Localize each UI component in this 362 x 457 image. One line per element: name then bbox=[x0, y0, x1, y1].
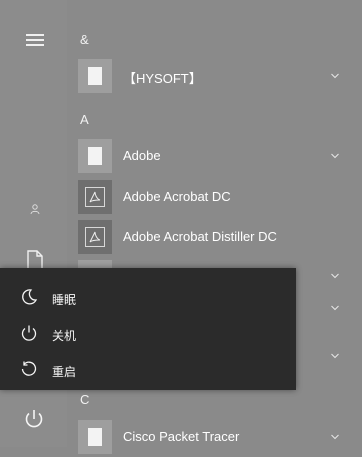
power-menu-label: 睡眠 bbox=[52, 293, 77, 307]
power-menu: 睡眠 关机 重启 bbox=[0, 268, 296, 390]
app-item-acrobat-distiller-dc[interactable]: Adobe Acrobat Distiller DC bbox=[67, 217, 362, 257]
power-menu-shutdown[interactable]: 关机 bbox=[0, 316, 296, 352]
power-menu-label: 重启 bbox=[52, 365, 77, 379]
group-header-ampersand[interactable]: & bbox=[80, 32, 89, 47]
group-header-c[interactable]: C bbox=[80, 392, 89, 407]
folder-icon bbox=[78, 59, 112, 93]
chevron-down-icon[interactable] bbox=[331, 72, 339, 80]
folder-icon bbox=[78, 139, 112, 173]
app-item-adobe[interactable]: Adobe bbox=[67, 136, 362, 176]
restart-icon bbox=[21, 361, 37, 376]
chevron-down-icon[interactable] bbox=[331, 272, 339, 280]
acrobat-icon bbox=[78, 180, 112, 214]
acrobat-icon bbox=[78, 220, 112, 254]
power-menu-restart[interactable]: 重启 bbox=[0, 352, 296, 388]
chevron-down-icon[interactable] bbox=[331, 304, 339, 312]
app-label: Cisco Packet Tracer bbox=[123, 429, 240, 444]
app-item-acrobat-dc[interactable]: Adobe Acrobat DC bbox=[67, 177, 362, 217]
app-label: 【HYSOFT】 bbox=[123, 71, 202, 86]
power-menu-sleep[interactable]: 睡眠 bbox=[0, 280, 296, 316]
app-label: Adobe Acrobat Distiller DC bbox=[123, 229, 277, 244]
group-header-a[interactable]: A bbox=[80, 112, 89, 127]
hamburger-icon[interactable] bbox=[26, 34, 44, 46]
chevron-down-icon[interactable] bbox=[331, 433, 339, 441]
user-icon[interactable] bbox=[29, 203, 41, 215]
power-icon[interactable] bbox=[22, 407, 46, 431]
sleep-icon bbox=[22, 289, 38, 305]
chevron-down-icon[interactable] bbox=[331, 152, 339, 160]
app-item-hysoft[interactable]: 【HYSOFT】 bbox=[67, 56, 362, 96]
power-menu-label: 关机 bbox=[52, 329, 77, 343]
folder-icon bbox=[78, 420, 112, 454]
chevron-down-icon[interactable] bbox=[331, 352, 339, 360]
shutdown-icon bbox=[21, 325, 37, 341]
app-item-cisco-packet-tracer[interactable]: Cisco Packet Tracer bbox=[67, 417, 362, 457]
app-label: Adobe bbox=[123, 148, 161, 163]
app-label: Adobe Acrobat DC bbox=[123, 189, 231, 204]
